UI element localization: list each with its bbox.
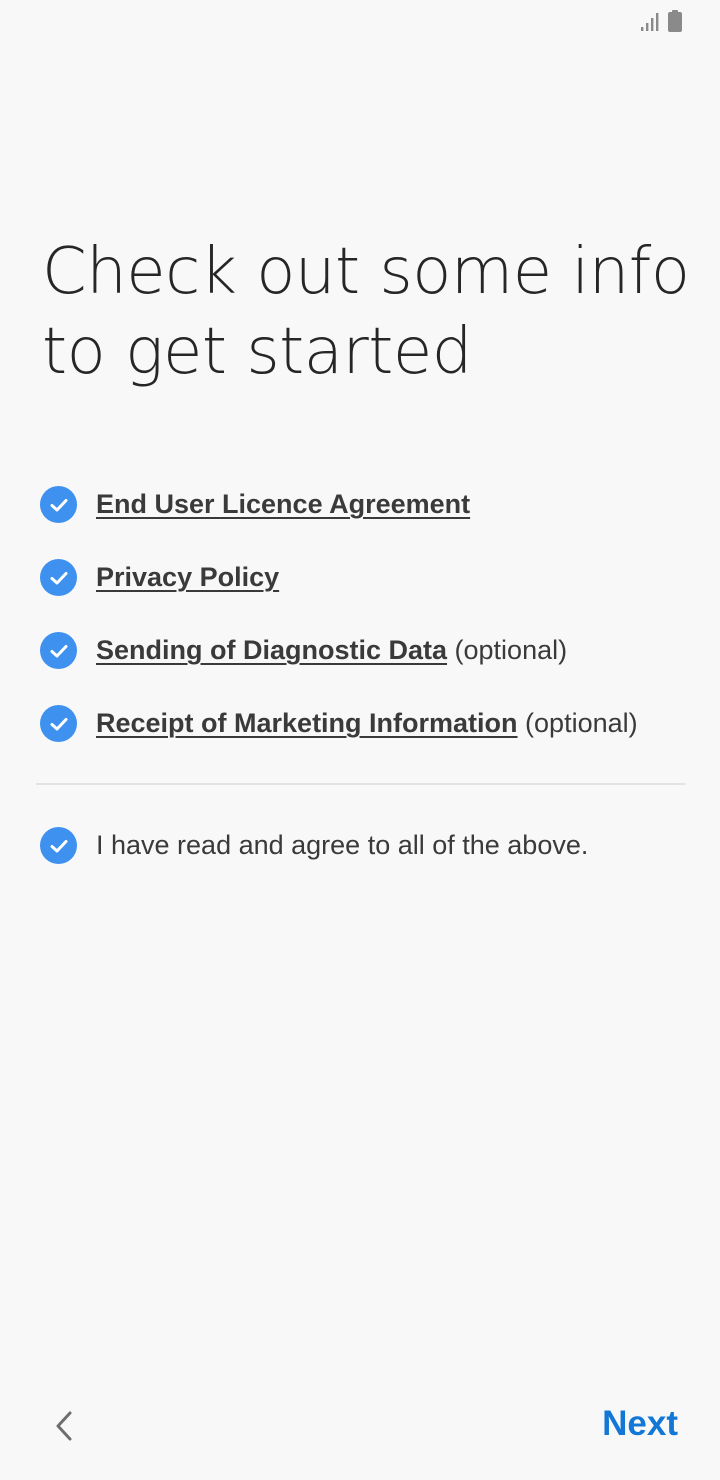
optional-label: (optional) — [517, 708, 638, 738]
divider — [36, 783, 685, 785]
eula-link[interactable]: End User Licence Agreement — [96, 489, 470, 519]
marketing-info-link[interactable]: Receipt of Marketing Information — [96, 708, 518, 738]
check-circle-icon[interactable] — [40, 705, 77, 742]
check-circle-icon[interactable] — [40, 827, 77, 864]
page-title: Check out some info to get started — [42, 235, 690, 389]
privacy-policy-link[interactable]: Privacy Policy — [96, 562, 279, 592]
list-item-marketing: Receipt of Marketing Information (option… — [40, 687, 690, 760]
status-bar — [0, 0, 720, 44]
next-button[interactable]: Next — [602, 1404, 678, 1444]
agree-all-label: I have read and agree to all of the abov… — [96, 830, 589, 860]
chevron-left-icon — [56, 1411, 72, 1441]
check-circle-icon[interactable] — [40, 632, 77, 669]
check-circle-icon[interactable] — [40, 486, 77, 523]
back-button[interactable] — [44, 1404, 84, 1448]
list-item-privacy: Privacy Policy — [40, 541, 690, 614]
signal-icon — [641, 13, 659, 31]
battery-icon — [668, 10, 682, 32]
info-list: End User Licence Agreement Privacy Polic… — [40, 468, 690, 760]
list-item-eula: End User Licence Agreement — [40, 468, 690, 541]
optional-label: (optional) — [447, 635, 568, 665]
list-item-diagnostic: Sending of Diagnostic Data (optional) — [40, 614, 690, 687]
agree-all-checkbox[interactable]: I have read and agree to all of the abov… — [40, 809, 588, 882]
check-circle-icon[interactable] — [40, 559, 77, 596]
diagnostic-data-link[interactable]: Sending of Diagnostic Data — [96, 635, 447, 665]
